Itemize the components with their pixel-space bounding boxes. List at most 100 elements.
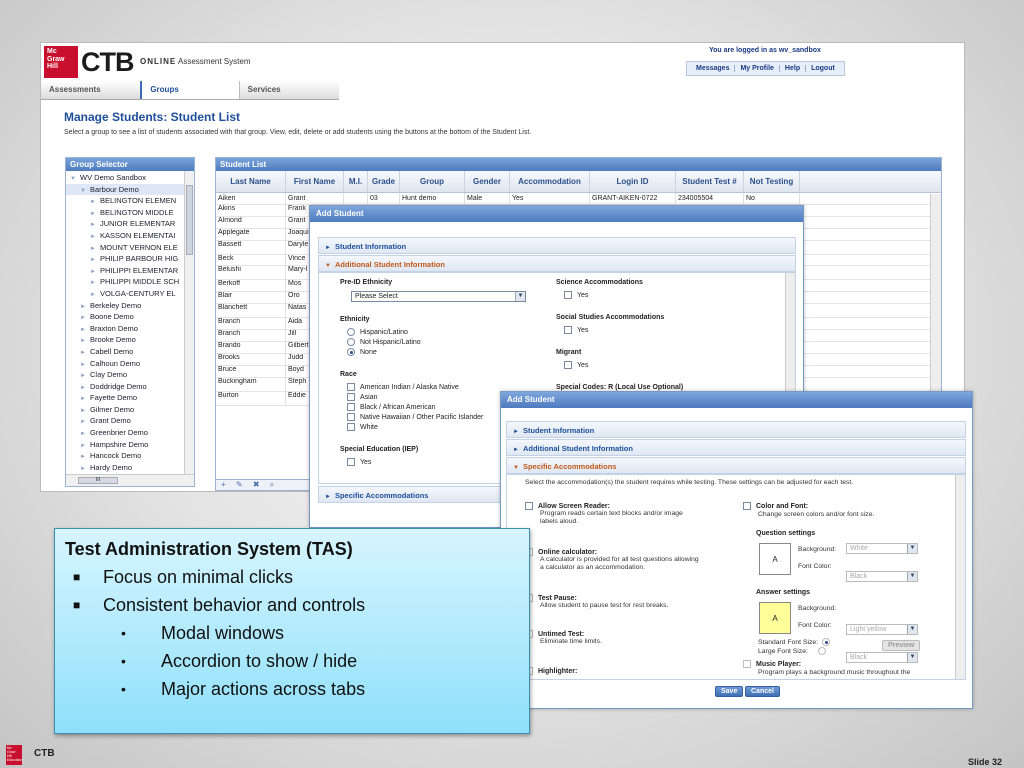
tree-item-label: MOUNT VERNON ELE: [100, 242, 178, 252]
help-link[interactable]: Help: [780, 65, 807, 72]
tree-item[interactable]: ► Calhoun Demo: [66, 358, 194, 370]
accommodation-item[interactable]: Allow Screen Reader: Program reads certai…: [525, 501, 740, 526]
tree-item[interactable]: ► MOUNT VERNON ELE: [66, 242, 194, 254]
accordion-student-info[interactable]: ► Student Information: [506, 421, 966, 438]
q-background-select[interactable]: White ▼: [846, 543, 918, 554]
tree-item[interactable]: ► JUNIOR ELEMENTAR: [66, 218, 194, 230]
tree-item[interactable]: ► Hancock Demo: [66, 450, 194, 462]
preid-select[interactable]: Please Select ▼: [351, 291, 526, 302]
sped-option[interactable]: Yes: [347, 458, 371, 466]
chevron-down-icon: ▼: [907, 544, 917, 553]
tree-item[interactable]: ▼ Barbour Demo: [66, 183, 194, 196]
ethnicity-option[interactable]: Hispanic/Latino: [347, 328, 421, 338]
tree-item[interactable]: ► BELINGTON MIDDLE: [66, 207, 194, 219]
tree-item[interactable]: ► VOLGA-CENTURY EL: [66, 288, 194, 300]
tree-item-label: Braxton Demo: [90, 323, 138, 333]
tab-services[interactable]: Services: [240, 81, 339, 99]
tree-scrollbar[interactable]: [184, 171, 194, 474]
tree-item[interactable]: ► Brooke Demo: [66, 334, 194, 346]
social-option[interactable]: Yes: [564, 326, 588, 334]
race-option[interactable]: Asian: [347, 393, 483, 403]
save-button[interactable]: Save: [715, 686, 744, 697]
table-cell: Burton: [216, 391, 286, 405]
tree-item[interactable]: ► Berkeley Demo: [66, 300, 194, 312]
accordion-student-info[interactable]: ► Student Information: [318, 237, 796, 254]
tree-item[interactable]: ► KASSON ELEMENTAI: [66, 230, 194, 242]
color-font-option[interactable]: Color and Font:: [743, 501, 808, 510]
accommodation-desc: labels aloud.: [540, 518, 579, 525]
accordion-specific-accommodations[interactable]: ▼ Specific Accommodations: [506, 457, 966, 474]
checkbox-icon: [525, 501, 533, 510]
chevron-right-icon: ►: [80, 407, 86, 414]
science-option[interactable]: Yes: [564, 291, 588, 299]
preview-button[interactable]: Preview: [882, 640, 921, 651]
tab-groups[interactable]: Groups: [140, 81, 240, 99]
tree-item[interactable]: ► Doddridge Demo: [66, 381, 194, 393]
tree-item[interactable]: ► Boone Demo: [66, 311, 194, 323]
tree-item[interactable]: ► Greenbrier Demo: [66, 427, 194, 439]
column-header[interactable]: Student Test #: [676, 171, 744, 192]
column-header[interactable]: Grade: [368, 171, 400, 192]
a-font-color-select[interactable]: Black ▼: [846, 652, 918, 663]
column-header[interactable]: Gender: [465, 171, 510, 192]
accommodation-item[interactable]: Untimed Test: Eliminate time limits.: [525, 629, 740, 646]
accommodation-title: Highlighter:: [525, 666, 740, 675]
accommodation-title: Untimed Test:: [525, 629, 740, 638]
column-header[interactable]: M.I.: [344, 171, 368, 192]
tree-item[interactable]: ► Grant Demo: [66, 415, 194, 427]
accordion-additional-info[interactable]: ► Additional Student Information: [506, 439, 966, 456]
table-row[interactable]: Aiken Grant 03 Hunt demo Male Yes GRANT-AIKEN-…: [216, 193, 941, 205]
tree-item[interactable]: ► Fayette Demo: [66, 392, 194, 404]
tree-item[interactable]: ► PHILIPPI MIDDLE SCH: [66, 276, 194, 288]
tree-item-label: Boone Demo: [90, 312, 134, 322]
cancel-button[interactable]: Cancel: [745, 686, 780, 697]
group-selector-header: Group Selector: [66, 158, 194, 171]
q-font-color-select[interactable]: Black ▼: [846, 571, 918, 582]
large-font-option[interactable]: Large Font Size:: [758, 647, 831, 656]
ethnicity-option[interactable]: None: [347, 348, 421, 358]
accommodation-item[interactable]: Test Pause: Allow student to pause test f…: [525, 593, 740, 610]
modal-title: Add Student: [501, 392, 972, 408]
race-option[interactable]: Black / African American: [347, 403, 483, 413]
column-header[interactable]: Group: [400, 171, 465, 192]
my-profile-link[interactable]: My Profile: [735, 65, 780, 72]
race-option[interactable]: White: [347, 423, 483, 433]
table-cell: Belushi: [216, 266, 286, 280]
table-cell: Blair: [216, 292, 286, 304]
column-header[interactable]: Login ID: [590, 171, 676, 192]
bullet-icon: •: [121, 625, 126, 641]
tree-item[interactable]: ► PHILIP BARBOUR HIG: [66, 253, 194, 265]
tree-item[interactable]: ► BELINGTON ELEMEN: [66, 195, 194, 207]
tree-hscrollbar[interactable]: III: [66, 474, 194, 486]
a-background-select[interactable]: Light yellow ▼: [846, 624, 918, 635]
column-header[interactable]: Accommodation: [510, 171, 590, 192]
tree-item[interactable]: ► Gilmer Demo: [66, 404, 194, 416]
chevron-down-icon: ▼: [907, 572, 917, 581]
standard-font-option[interactable]: Standard Font Size:: [758, 638, 835, 647]
column-header[interactable]: Not Testing: [744, 171, 800, 192]
modal-scrollbar[interactable]: [955, 475, 965, 679]
tree-item[interactable]: ► Cabell Demo: [66, 346, 194, 358]
race-option[interactable]: Native Hawaiian / Other Pacific Islander: [347, 413, 483, 423]
tree-item[interactable]: ▼ WV Demo Sandbox: [66, 172, 194, 184]
music-player-option[interactable]: Music Player:: [743, 659, 801, 668]
migrant-option[interactable]: Yes: [564, 361, 588, 369]
tree-item[interactable]: ► Hampshire Demo: [66, 439, 194, 451]
messages-link[interactable]: Messages: [691, 65, 736, 72]
column-header[interactable]: First Name: [286, 171, 344, 192]
table-cell: GRANT-AIKEN-0722: [590, 193, 676, 204]
tree-item-label: Calhoun Demo: [90, 358, 141, 368]
logout-link[interactable]: Logout: [806, 65, 840, 72]
ethnicity-option[interactable]: Not Hispanic/Latino: [347, 338, 421, 348]
accommodation-item[interactable]: Highlighter:: [525, 666, 740, 675]
accordion-additional-info[interactable]: ▼ Additional Student Information: [318, 255, 796, 272]
tree-item[interactable]: ► Braxton Demo: [66, 323, 194, 335]
tree-item[interactable]: ► PHILIPPI ELEMENTAR: [66, 265, 194, 277]
column-header[interactable]: Last Name: [216, 171, 286, 192]
accommodation-item[interactable]: Online calculator: A calculator is provid…: [525, 547, 740, 572]
tree-item[interactable]: ► Hardy Demo: [66, 462, 194, 472]
tab-assessments[interactable]: Assessments: [41, 81, 140, 99]
tree-item[interactable]: ► Clay Demo: [66, 369, 194, 381]
app-title: ONLINE Assessment System: [140, 57, 251, 66]
race-option[interactable]: American Indian / Alaska Native: [347, 383, 483, 393]
